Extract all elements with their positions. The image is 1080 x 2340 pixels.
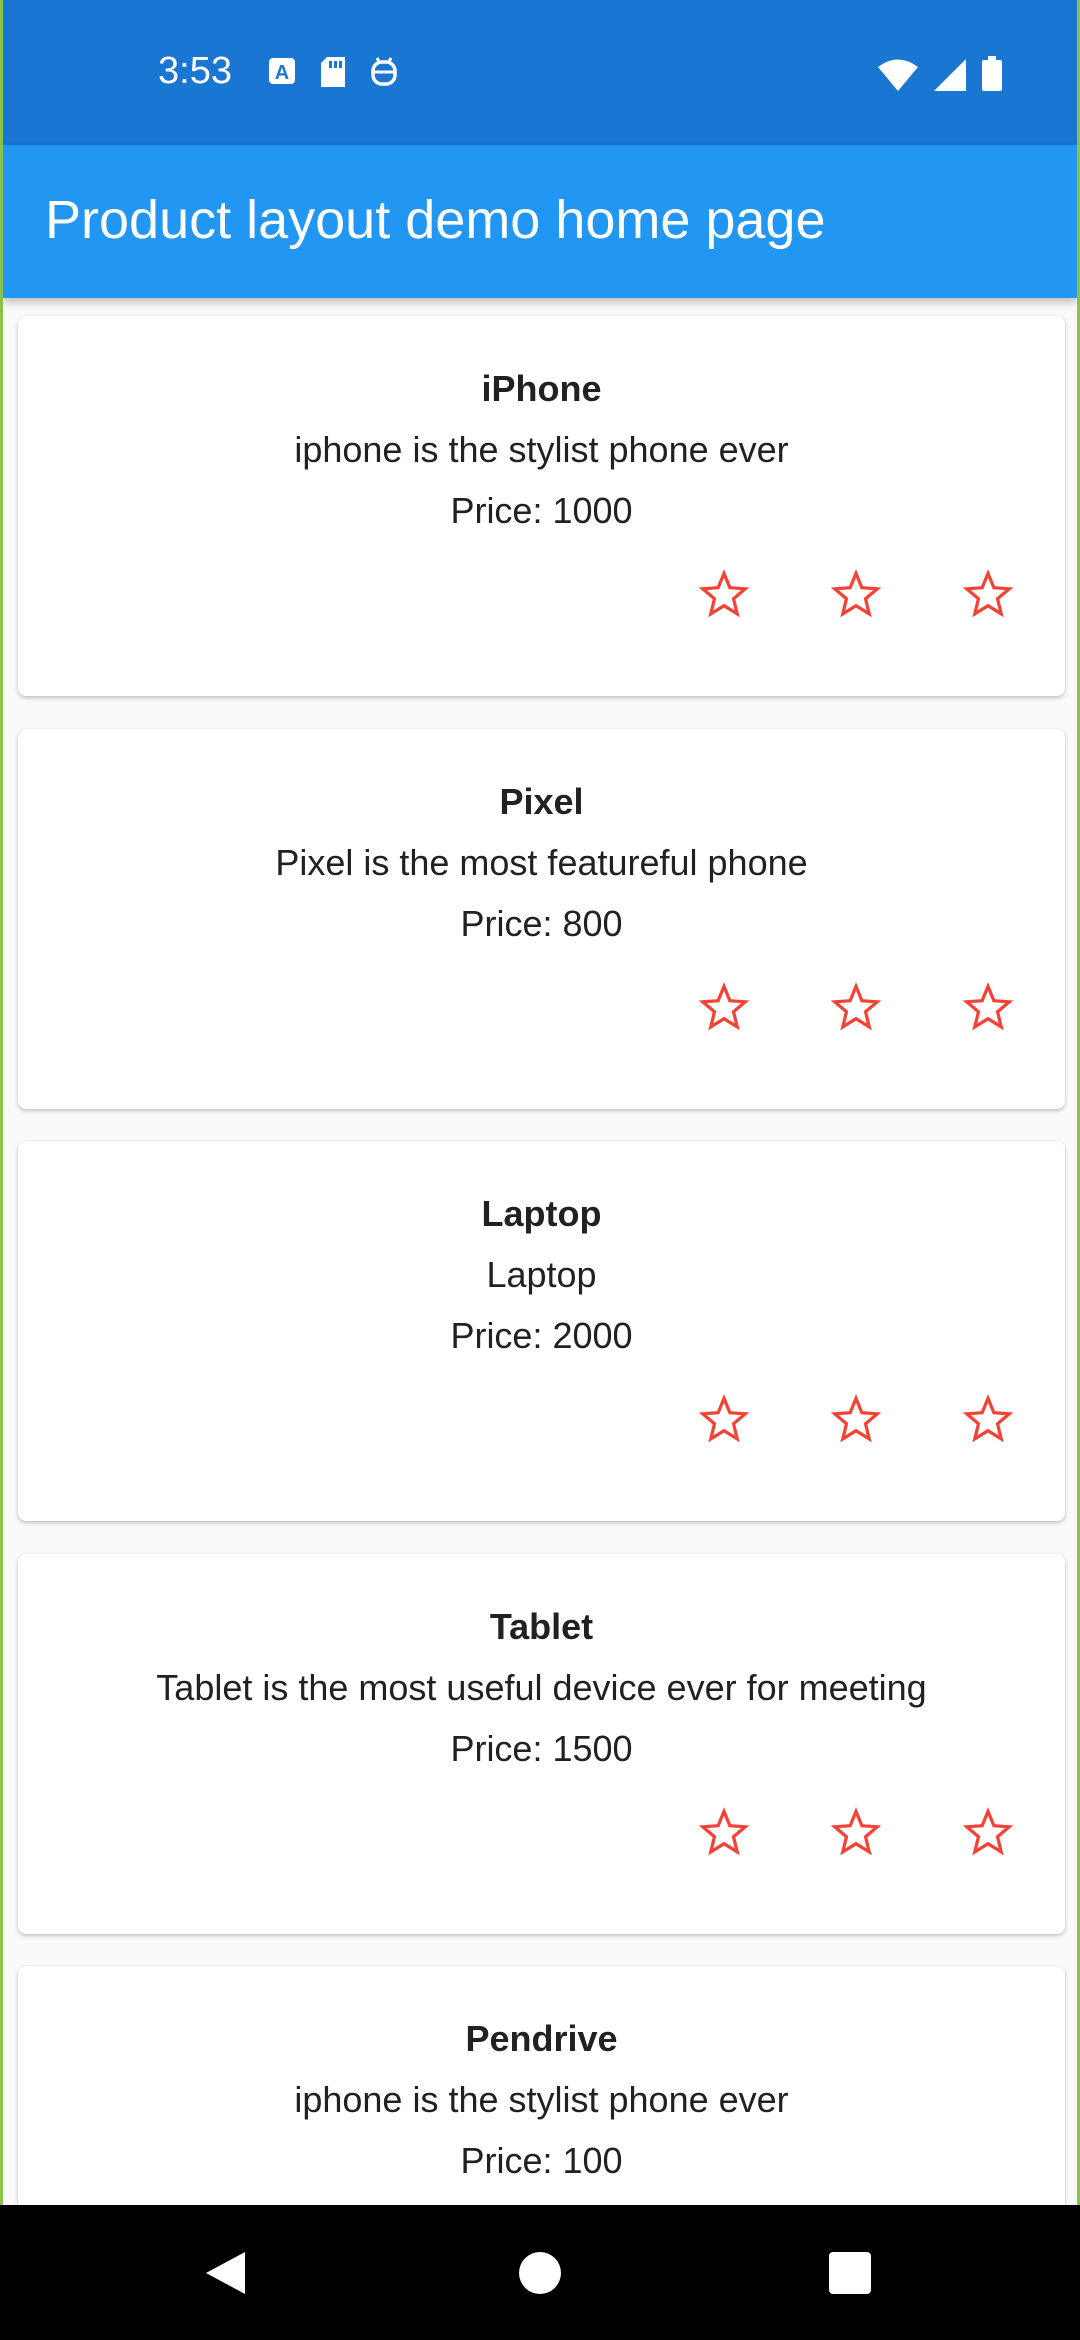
star-outline-icon[interactable] (962, 568, 1014, 620)
page-title: Product layout demo home page (45, 190, 826, 250)
app-frame: 3:53 A Product layout demo home page iPh… (3, 0, 1077, 2340)
star-outline-icon[interactable] (962, 981, 1014, 1033)
star-outline-icon[interactable] (698, 1806, 750, 1858)
star-outline-icon[interactable] (698, 1393, 750, 1445)
star-outline-icon[interactable] (962, 1806, 1014, 1858)
star-outline-icon[interactable] (698, 568, 750, 620)
product-name: iPhone (481, 368, 602, 409)
product-name: Laptop (481, 1193, 602, 1234)
product-description: Tablet is the most useful device ever fo… (156, 1667, 927, 1708)
product-description: Pixel is the most featureful phone (275, 842, 808, 883)
app-bar: Product layout demo home page (3, 145, 1077, 298)
star-outline-icon[interactable] (698, 981, 750, 1033)
star-outline-icon[interactable] (830, 1393, 882, 1445)
home-icon[interactable] (495, 2205, 585, 2340)
product-price: Price: 800 (460, 903, 623, 944)
signal-icon (933, 58, 967, 92)
back-icon[interactable] (180, 2205, 270, 2340)
product-price: Price: 1000 (450, 490, 633, 531)
product-description: iphone is the stylist phone ever (294, 2079, 789, 2120)
product-price: Price: 2000 (450, 1315, 633, 1356)
product-card[interactable]: Pixel Pixel is the most featureful phone… (18, 729, 1065, 1109)
product-price: Price: 100 (460, 2140, 623, 2181)
product-price: Price: 1500 (450, 1728, 633, 1769)
product-list[interactable]: iPhone iphone is the stylist phone ever … (3, 298, 1077, 2205)
product-card[interactable]: Tablet Tablet is the most useful device … (18, 1554, 1065, 1934)
status-time: 3:53 (158, 50, 232, 92)
product-description: iphone is the stylist phone ever (294, 429, 789, 470)
rating (18, 1393, 1065, 1453)
svg-text:A: A (275, 62, 289, 84)
status-bar: 3:53 A (3, 0, 1077, 145)
wifi-icon (877, 58, 919, 92)
product-name: Tablet (489, 1606, 594, 1647)
rating (18, 1806, 1065, 1866)
battery-icon (981, 56, 1003, 92)
star-outline-icon[interactable] (962, 1393, 1014, 1445)
star-outline-icon[interactable] (830, 981, 882, 1033)
product-description: Laptop (486, 1254, 597, 1295)
rating (18, 981, 1065, 1041)
product-name: Pendrive (465, 2018, 618, 2059)
product-card[interactable]: iPhone iphone is the stylist phone ever … (18, 316, 1065, 696)
navigation-bar (0, 2205, 1080, 2340)
sd-card-icon (319, 56, 347, 88)
product-card[interactable]: Pendrive iphone is the stylist phone eve… (18, 1966, 1065, 2205)
text-a-icon: A (267, 56, 297, 88)
product-name: Pixel (499, 781, 584, 822)
product-card[interactable]: Laptop Laptop Price: 2000 (18, 1141, 1065, 1521)
rating (18, 568, 1065, 628)
star-outline-icon[interactable] (830, 1806, 882, 1858)
star-outline-icon[interactable] (830, 568, 882, 620)
android-debug-icon (369, 56, 399, 88)
recents-icon[interactable] (805, 2205, 895, 2340)
